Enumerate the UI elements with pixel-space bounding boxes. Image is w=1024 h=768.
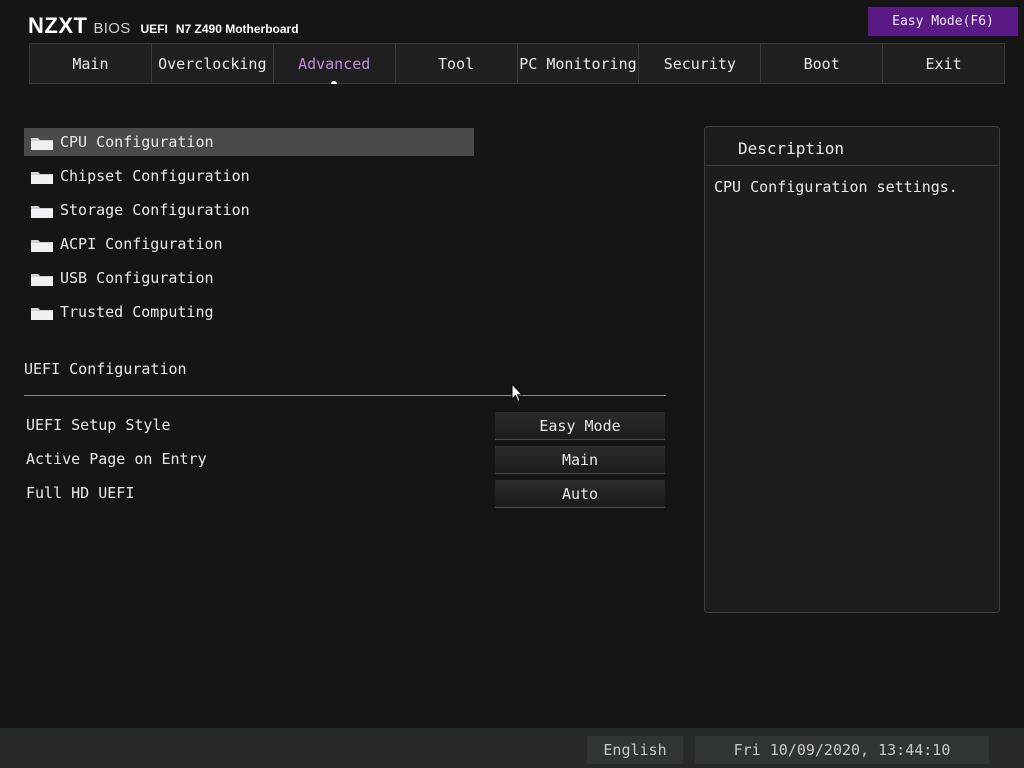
section-divider <box>24 395 666 396</box>
active-page-on-entry-select[interactable]: Main <box>495 446 665 474</box>
description-text: CPU Configuration settings. <box>714 178 958 196</box>
full-hd-uefi-select[interactable]: Auto <box>495 480 665 508</box>
tab-exit[interactable]: Exit <box>882 43 1005 84</box>
submenu-item-label: Storage Configuration <box>60 201 250 219</box>
folder-icon <box>30 271 54 286</box>
tab-advanced-label: Advanced <box>298 54 371 73</box>
easy-mode-button[interactable]: Easy Mode(F6) <box>868 7 1018 36</box>
tab-boot[interactable]: Boot <box>760 43 883 84</box>
submenu-item-label: USB Configuration <box>60 269 214 287</box>
setting-row-full-hd-uefi: Full HD UEFI Auto <box>24 480 666 508</box>
tab-advanced[interactable]: Advanced <box>272 43 395 84</box>
submenu-item-label: Trusted Computing <box>60 303 214 321</box>
folder-icon <box>30 135 54 150</box>
brand-product: BIOS <box>93 20 131 37</box>
board-name: N7 Z490 Motherboard <box>175 22 299 36</box>
tab-main[interactable]: Main <box>29 43 151 84</box>
tab-tool[interactable]: Tool <box>394 43 517 84</box>
description-divider <box>705 165 999 166</box>
tab-security[interactable]: Security <box>638 43 761 84</box>
setting-label: UEFI Setup Style <box>26 416 171 434</box>
brand-logo: NZXT BIOS UEFI N7 Z490 Motherboard <box>28 13 299 39</box>
uefi-configuration-title: UEFI Configuration <box>24 360 187 378</box>
main-tabs: Main Overclocking Advanced Tool PC Monit… <box>29 43 1005 84</box>
setting-label: Active Page on Entry <box>26 450 207 468</box>
folder-icon <box>30 237 54 252</box>
bios-screen: NZXT BIOS UEFI N7 Z490 Motherboard Easy … <box>0 0 1024 768</box>
language-button[interactable]: English <box>587 736 683 764</box>
submenu-item-label: CPU Configuration <box>60 133 214 151</box>
description-title: Description <box>738 139 844 158</box>
status-bar: English Fri 10/09/2020, 13:44:10 <box>0 728 1024 768</box>
setting-row-uefi-setup-style: UEFI Setup Style Easy Mode <box>24 412 666 440</box>
mouse-pointer-icon <box>511 382 524 403</box>
active-tab-indicator <box>331 81 338 84</box>
setting-label: Full HD UEFI <box>26 484 135 502</box>
description-panel: Description CPU Configuration settings. <box>704 126 1000 613</box>
submenu-item-storage-configuration[interactable]: Storage Configuration <box>24 196 474 224</box>
tab-overclocking[interactable]: Overclocking <box>150 43 273 84</box>
submenu-item-acpi-configuration[interactable]: ACPI Configuration <box>24 230 474 258</box>
brand-name: NZXT <box>28 13 88 38</box>
uefi-setup-style-select[interactable]: Easy Mode <box>495 412 665 440</box>
submenu-item-label: Chipset Configuration <box>60 167 250 185</box>
uefi-settings-list: UEFI Setup Style Easy Mode Active Page o… <box>24 412 666 514</box>
date-time-display: Fri 10/09/2020, 13:44:10 <box>695 736 989 764</box>
setting-row-active-page-on-entry: Active Page on Entry Main <box>24 446 666 474</box>
tab-pc-monitoring[interactable]: PC Monitoring <box>516 43 639 84</box>
folder-icon <box>30 169 54 184</box>
submenu-item-cpu-configuration[interactable]: CPU Configuration <box>24 128 474 156</box>
advanced-submenu-list: CPU Configuration Chipset Configuration … <box>24 128 474 332</box>
folder-icon <box>30 305 54 320</box>
submenu-item-chipset-configuration[interactable]: Chipset Configuration <box>24 162 474 190</box>
submenu-item-trusted-computing[interactable]: Trusted Computing <box>24 298 474 326</box>
submenu-item-usb-configuration[interactable]: USB Configuration <box>24 264 474 292</box>
submenu-item-label: ACPI Configuration <box>60 235 223 253</box>
folder-icon <box>30 203 54 218</box>
brand-uefi: UEFI <box>140 22 168 36</box>
